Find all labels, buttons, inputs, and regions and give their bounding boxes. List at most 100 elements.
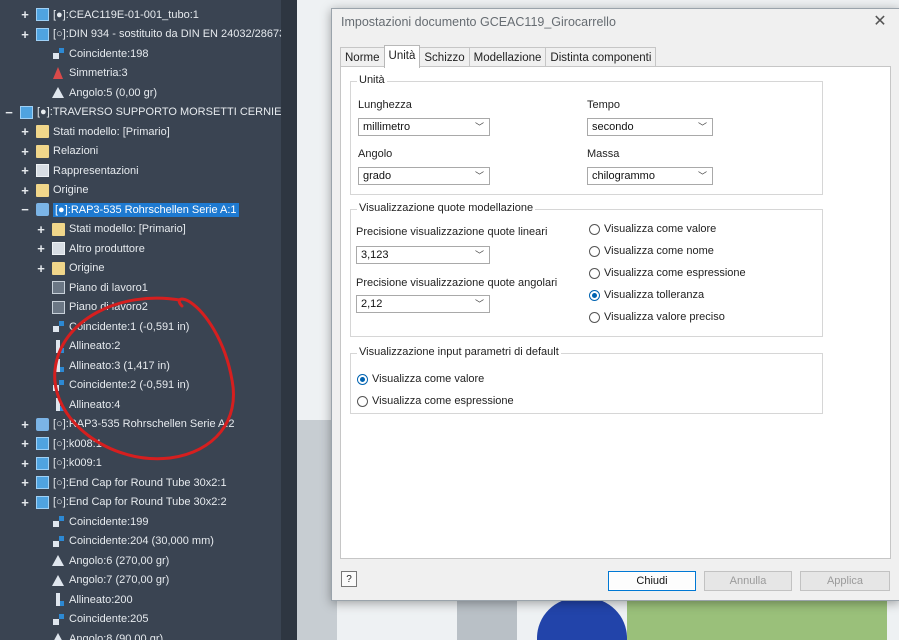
tree-row[interactable]: + Relazioni bbox=[20, 142, 98, 162]
tab-distinta-componenti[interactable]: Distinta componenti bbox=[545, 47, 657, 68]
help-button[interactable]: ? bbox=[341, 571, 357, 587]
tree-row[interactable]: Coincidente:199 bbox=[36, 512, 149, 532]
expand-icon[interactable]: + bbox=[20, 436, 30, 451]
tab-unita[interactable]: Unità bbox=[383, 45, 421, 68]
tree-row[interactable]: Allineato:200 bbox=[36, 590, 133, 610]
default-input-group: Visualizzazione input parametri di defau… bbox=[350, 346, 823, 414]
tree-row[interactable]: Piano di lavoro1 bbox=[36, 278, 148, 298]
tree-row[interactable]: + [○]:k008:1 bbox=[20, 434, 102, 454]
apply-button[interactable]: Applica bbox=[800, 571, 890, 591]
radio-button-icon[interactable] bbox=[357, 373, 368, 385]
expand-icon[interactable]: + bbox=[20, 163, 30, 178]
collapse-icon[interactable]: − bbox=[4, 105, 14, 120]
tab-modellazione[interactable]: Modellazione bbox=[468, 47, 547, 68]
tree-row[interactable]: + [○]:DIN 934 - sostituito da DIN EN 2403… bbox=[20, 25, 288, 45]
tree-row[interactable]: + [○]:End Cap for Round Tube 30x2:1 bbox=[20, 473, 227, 493]
expand-icon[interactable]: + bbox=[20, 456, 30, 471]
radio-option-label: Visualizza valore preciso bbox=[604, 311, 725, 323]
radio-option-label: Visualizza come valore bbox=[372, 373, 485, 385]
time-select[interactable]: secondo ﹀ bbox=[587, 118, 713, 136]
tree-row[interactable]: + Origine bbox=[20, 181, 88, 201]
tree-row[interactable]: + Stati modello: [Primario] bbox=[20, 122, 170, 142]
radio-option[interactable]: Visualizza come espressione bbox=[589, 267, 746, 279]
tree-row[interactable]: Coincidente:1 (-0,591 in) bbox=[36, 317, 189, 337]
collapse-icon[interactable]: − bbox=[20, 202, 30, 217]
radio-button-icon[interactable] bbox=[357, 395, 368, 407]
expand-icon[interactable]: + bbox=[20, 475, 30, 490]
assembly-icon bbox=[36, 417, 49, 431]
tree-row[interactable]: + [●]:CEAC119E-01-001_tubo:1 bbox=[20, 5, 199, 25]
expand-icon[interactable]: + bbox=[20, 27, 30, 42]
tree-row[interactable]: Angolo:5 (0,00 gr) bbox=[36, 83, 157, 103]
tree-row[interactable]: + [○]:End Cap for Round Tube 30x2:2 bbox=[20, 493, 227, 513]
chevron-down-icon: ﹀ bbox=[474, 122, 484, 132]
radio-button-icon[interactable] bbox=[589, 245, 600, 257]
expand-icon[interactable]: + bbox=[20, 7, 30, 22]
tree-row-label: Coincidente:204 (30,000 mm) bbox=[69, 535, 214, 548]
tab-norme[interactable]: Norme bbox=[340, 47, 385, 68]
model-browser-tree[interactable]: + [●]:CEAC119E-01-001_tubo:1 + [○]:DIN 934 … bbox=[0, 0, 297, 640]
dialog-title: Impostazioni documento GCEAC119_Girocarr… bbox=[341, 15, 616, 29]
expand-icon[interactable]: + bbox=[36, 241, 46, 256]
tree-row-label: Angolo:8 (90,00 gr) bbox=[69, 632, 164, 640]
tab-schizzo[interactable]: Schizzo bbox=[419, 47, 470, 68]
expand-icon[interactable]: + bbox=[36, 222, 46, 237]
tree-row[interactable]: + Rappresentazioni bbox=[20, 161, 138, 181]
angle-select[interactable]: grado ﹀ bbox=[358, 167, 490, 185]
tree-row[interactable]: − [●]:RAP3-535 Rohrschellen Serie A:1 bbox=[20, 200, 239, 220]
representations-icon bbox=[36, 164, 49, 178]
tree-row[interactable]: + [○]:RAP3-535 Rohrschellen Serie A:2 bbox=[20, 415, 234, 435]
tree-row-label: Relazioni bbox=[53, 145, 99, 158]
tree-scrollbar[interactable] bbox=[281, 0, 297, 640]
tree-row[interactable]: Allineato:2 bbox=[36, 337, 120, 357]
tree-row[interactable]: + [○]:k009:1 bbox=[20, 454, 102, 474]
linear-precision-select[interactable]: 3,123 ﹀ bbox=[356, 246, 490, 264]
tree-row-label: [○]:End Cap for Round Tube 30x2:1 bbox=[53, 476, 227, 489]
radio-option[interactable]: Visualizza come valore bbox=[357, 373, 484, 385]
assembly-icon bbox=[36, 203, 49, 217]
tree-row[interactable]: Coincidente:205 bbox=[36, 610, 149, 630]
tree-row[interactable]: Simmetria:3 bbox=[36, 64, 128, 84]
folder-icon bbox=[36, 144, 49, 158]
tree-row[interactable]: Coincidente:198 bbox=[36, 44, 149, 64]
cancel-button[interactable]: Annulla bbox=[704, 571, 792, 591]
angular-precision-select[interactable]: 2,12 ﹀ bbox=[356, 295, 490, 313]
tree-row[interactable]: Coincidente:204 (30,000 mm) bbox=[36, 532, 214, 552]
tree-row[interactable]: + Altro produttore bbox=[36, 239, 145, 259]
radio-button-icon[interactable] bbox=[589, 289, 600, 301]
tree-row[interactable]: + Stati modello: [Primario] bbox=[36, 220, 186, 240]
radio-option[interactable]: Visualizza valore preciso bbox=[589, 311, 725, 323]
radio-button-icon[interactable] bbox=[589, 311, 600, 323]
expand-icon[interactable]: + bbox=[20, 495, 30, 510]
expand-icon[interactable]: + bbox=[20, 144, 30, 159]
mass-select[interactable]: chilogrammo ﹀ bbox=[587, 167, 713, 185]
radio-option[interactable]: Visualizza come nome bbox=[589, 245, 714, 257]
tree-row-label: Allineato:3 (1,417 in) bbox=[69, 359, 170, 372]
mass-label: Massa bbox=[587, 148, 620, 160]
radio-button-icon[interactable] bbox=[589, 267, 600, 279]
close-button[interactable]: Chiudi bbox=[608, 571, 696, 591]
expand-icon[interactable]: + bbox=[20, 183, 30, 198]
radio-button-icon[interactable] bbox=[589, 223, 600, 235]
expand-icon[interactable]: + bbox=[20, 124, 30, 139]
tree-row[interactable]: Angolo:6 (270,00 gr) bbox=[36, 551, 169, 571]
radio-option[interactable]: Visualizza come valore bbox=[589, 223, 716, 235]
tree-row[interactable]: Piano di lavoro2 bbox=[36, 298, 148, 318]
aligned-constraint-icon bbox=[52, 398, 65, 412]
expand-icon[interactable]: + bbox=[36, 261, 46, 276]
tab-panel-unita: Unità Lunghezza millimetro ﹀ Tempo second… bbox=[340, 66, 891, 559]
radio-option[interactable]: Visualizza come espressione bbox=[357, 395, 514, 407]
expand-icon[interactable]: + bbox=[20, 417, 30, 432]
close-icon[interactable]: ✕ bbox=[869, 11, 891, 33]
tree-row[interactable]: Angolo:8 (90,00 gr) bbox=[36, 629, 163, 640]
radio-option[interactable]: Visualizza tolleranza bbox=[589, 289, 704, 301]
tree-row[interactable]: Coincidente:2 (-0,591 in) bbox=[36, 376, 189, 396]
tree-row[interactable]: Angolo:7 (270,00 gr) bbox=[36, 571, 169, 591]
tree-row-label: Origine bbox=[53, 184, 89, 197]
length-select[interactable]: millimetro ﹀ bbox=[358, 118, 490, 136]
tree-row[interactable]: + Origine bbox=[36, 259, 104, 279]
tree-row[interactable]: − [●]:TRAVERSO SUPPORTO MORSETTI CERNIERA… bbox=[4, 103, 297, 123]
tree-row-label: [○]:End Cap for Round Tube 30x2:2 bbox=[53, 496, 227, 509]
tree-row[interactable]: Allineato:4 bbox=[36, 395, 120, 415]
tree-row[interactable]: Allineato:3 (1,417 in) bbox=[36, 356, 170, 376]
